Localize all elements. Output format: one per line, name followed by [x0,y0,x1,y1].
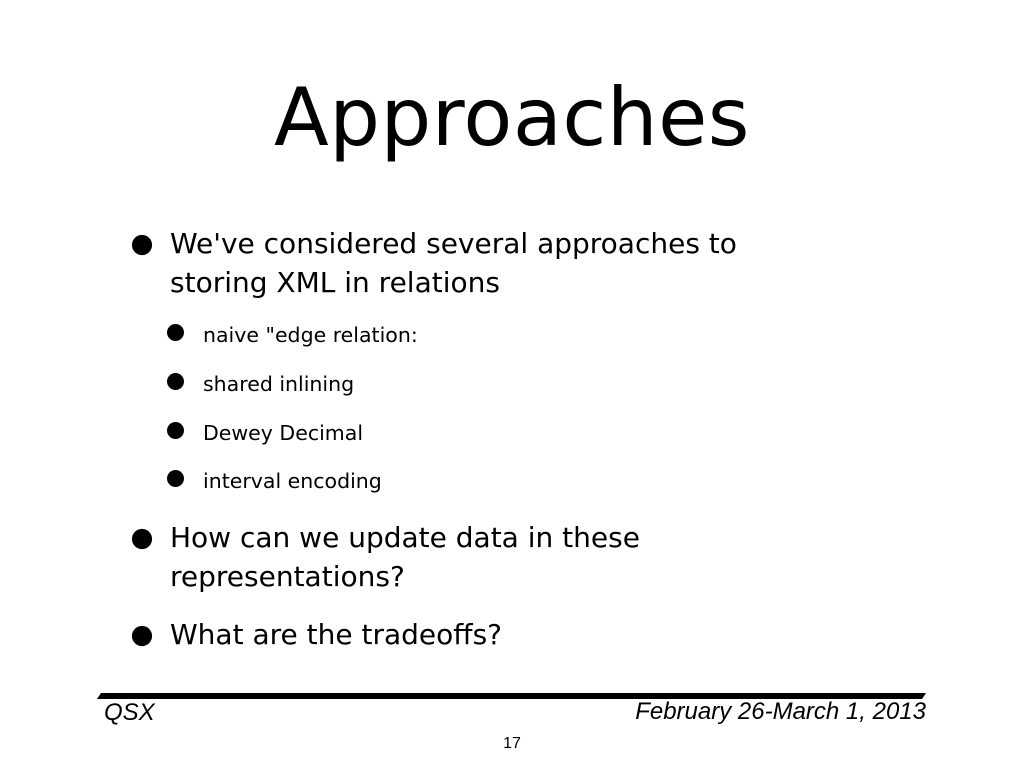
bullet-text-line: storing XML in relations [170,266,500,299]
sub-bullet-text: shared inlining [203,372,355,396]
bullet-dot-icon [131,234,153,256]
sub-bullet-text: interval encoding [203,469,382,493]
page-number: 17 [503,735,521,752]
footer-left-label: QSX [104,699,155,726]
bullet-item: We've considered several approaches to s… [128,224,928,302]
bullet-text-line: representations? [170,560,405,593]
bullet-dot-icon [131,625,153,647]
sub-bullet-dot-icon [167,324,184,341]
bullet-text: We've considered several approaches to s… [170,224,930,302]
sub-bullet-text: naive "edge relation: [203,323,418,347]
bullet-item: How can we update data in these represen… [128,518,928,596]
bullet-text-line: What are the tradeoffs? [170,618,503,651]
bullet-text: How can we update data in these represen… [170,518,930,596]
bullet-item: What are the tradeoffs? [128,615,928,654]
sub-bullet-dot-icon [167,422,184,439]
slide-title: Approaches [274,71,750,164]
bullet-text: What are the tradeoffs? [170,615,930,654]
sub-bullet-text: Dewey Decimal [203,421,364,445]
footer-date: February 26-March 1, 2013 [635,698,926,725]
bullet-text-line: We've considered several approaches to [170,227,737,260]
bullet-text-line: How can we update data in these [170,521,640,554]
bullet-dot-icon [131,528,153,550]
sub-bullet-dot-icon [167,373,184,390]
sub-bullet-dot-icon [167,470,184,487]
